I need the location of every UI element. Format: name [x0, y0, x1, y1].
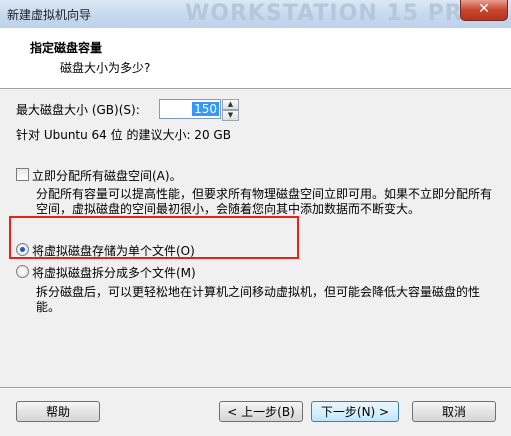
single-file-label[interactable]: 将虚拟磁盘存储为单个文件(O) [32, 242, 195, 259]
close-icon: ✕ [478, 1, 490, 17]
new-vm-wizard-window: 新建虚拟机向导 WORKSTATION 15 PRO ✕ 指定磁盘容量 磁盘大小… [0, 0, 511, 436]
title-bar[interactable]: 新建虚拟机向导 WORKSTATION 15 PRO ✕ [0, 0, 511, 28]
radio-selected-dot [20, 247, 25, 252]
close-button[interactable]: ✕ [460, 0, 508, 21]
next-button[interactable]: 下一步(N) > [311, 401, 399, 422]
window-title: 新建虚拟机向导 [7, 8, 92, 22]
back-button[interactable]: < 上一步(B) [219, 401, 303, 422]
split-desc-line2: 能。 [36, 300, 61, 314]
workstation-watermark: WORKSTATION 15 PRO [185, 1, 483, 26]
multiple-files-radio[interactable] [16, 265, 29, 278]
max-disk-size-stepper[interactable]: ▲ ▼ [222, 99, 239, 121]
help-button[interactable]: 帮助 [16, 401, 100, 422]
stepper-up-icon[interactable]: ▲ [222, 99, 239, 110]
split-desc-line1: 拆分磁盘后，可以更轻松地在计算机之间移动虚拟机，但可能会降低大容量磁盘的性 [36, 285, 481, 299]
max-disk-size-value: 150 [192, 102, 219, 116]
cancel-button[interactable]: 取消 [412, 401, 496, 422]
stepper-down-icon[interactable]: ▼ [222, 110, 239, 121]
page-subtitle: 磁盘大小为多少? [60, 61, 151, 75]
allocate-all-checkbox[interactable] [16, 168, 29, 181]
footer-separator [0, 387, 511, 389]
recommended-size-text: 针对 Ubuntu 64 位 的建议大小: 20 GB [16, 128, 231, 142]
allocate-description: 分配所有容量可以提高性能，但要求所有物理磁盘空间立即可用。如果不立即分配所有 空… [36, 187, 492, 217]
multiple-files-label[interactable]: 将虚拟磁盘拆分成多个文件(M) [32, 264, 196, 281]
wizard-header: 指定磁盘容量 磁盘大小为多少? [0, 28, 511, 89]
split-description: 拆分磁盘后，可以更轻松地在计算机之间移动虚拟机，但可能会降低大容量磁盘的性 能。 [36, 285, 480, 315]
allocate-desc-line2: 空间，虚拟磁盘的空间最初很小，会随着您向其中添加数据而不断变大。 [36, 202, 421, 216]
max-disk-size-label: 最大磁盘大小 (GB)(S): [16, 103, 140, 117]
max-disk-size-input[interactable]: 150 [159, 99, 221, 119]
allocate-desc-line1: 分配所有容量可以提高性能，但要求所有物理磁盘空间立即可用。如果不立即分配所有 [36, 187, 493, 201]
single-file-radio[interactable] [16, 243, 29, 256]
allocate-all-label[interactable]: 立即分配所有磁盘空间(A)。 [32, 167, 182, 184]
page-title: 指定磁盘容量 [30, 41, 103, 55]
